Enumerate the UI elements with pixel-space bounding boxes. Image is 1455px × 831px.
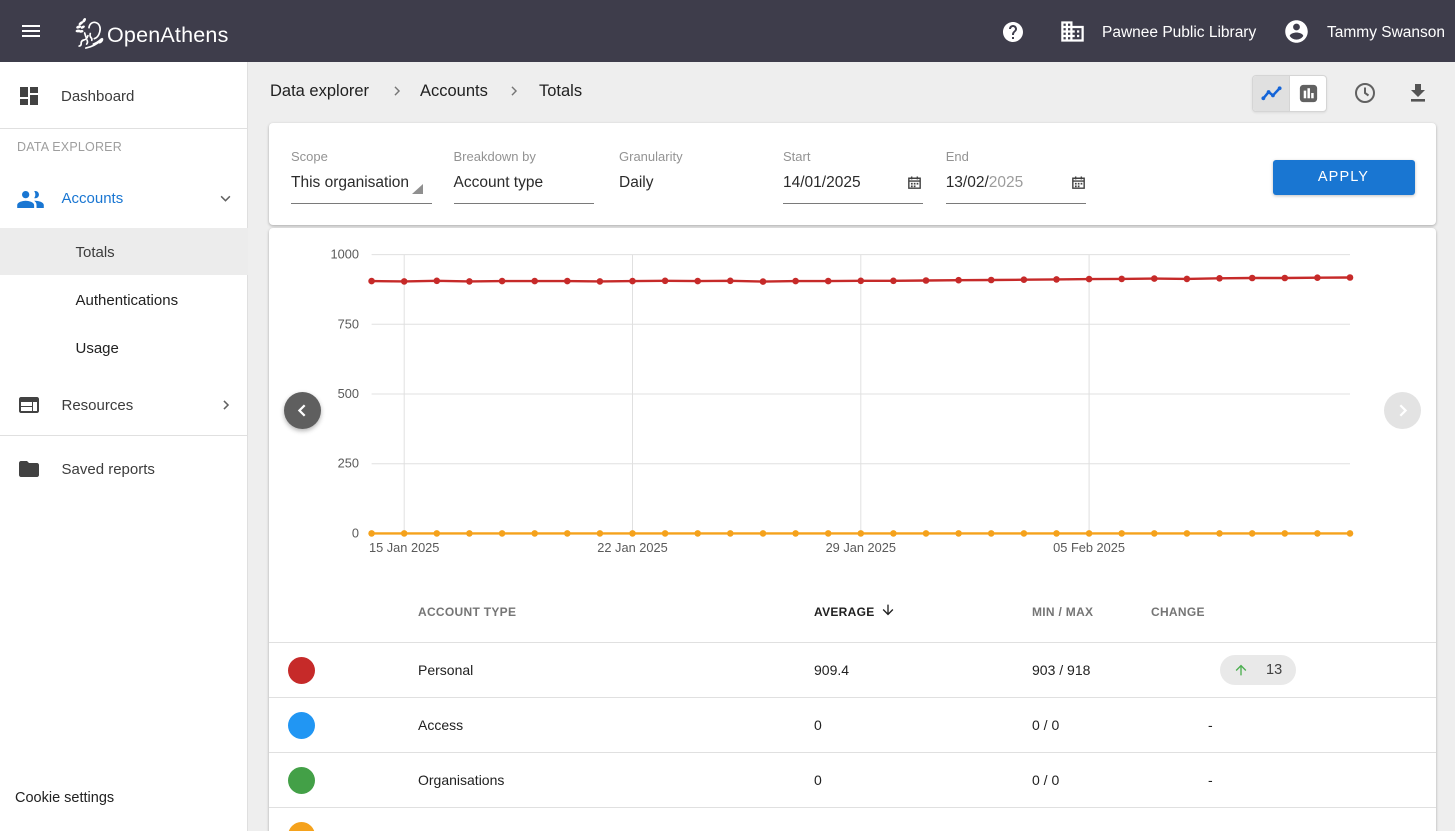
svg-text:29 Jan 2025: 29 Jan 2025 bbox=[826, 540, 896, 555]
svg-text:15 Jan 2025: 15 Jan 2025 bbox=[369, 540, 439, 555]
svg-text:500: 500 bbox=[338, 386, 359, 401]
svg-text:05 Feb 2025: 05 Feb 2025 bbox=[1053, 540, 1125, 555]
svg-text:250: 250 bbox=[338, 456, 359, 471]
svg-text:750: 750 bbox=[338, 316, 359, 331]
svg-text:0: 0 bbox=[352, 525, 359, 540]
svg-text:1000: 1000 bbox=[331, 247, 359, 262]
svg-text:22 Jan 2025: 22 Jan 2025 bbox=[597, 540, 667, 555]
